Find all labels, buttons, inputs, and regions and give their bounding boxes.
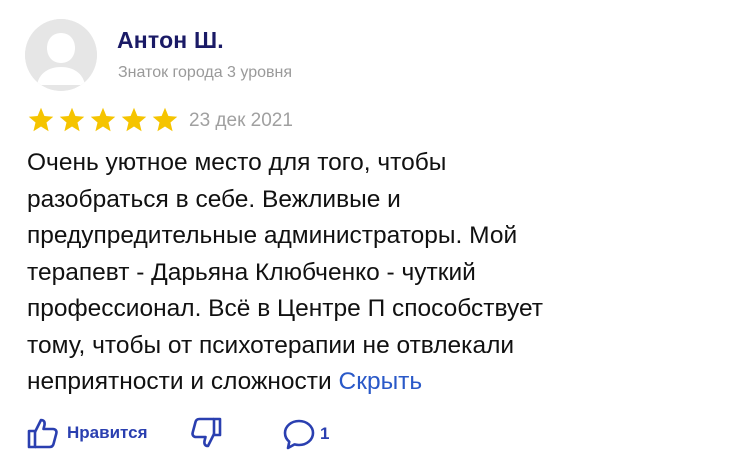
- review-text-line: предупредительные администраторы. Мой: [27, 222, 518, 249]
- review-text-last-line: неприятности и сложности Скрыть: [27, 364, 717, 401]
- author-name[interactable]: Антон Ш.: [117, 27, 224, 54]
- review-text-line: тому, чтобы от психотерапии не отвлекали: [27, 331, 515, 359]
- comment-button[interactable]: 1: [281, 416, 329, 452]
- comment-count: 1: [320, 424, 330, 443]
- hide-link[interactable]: Скрыть: [339, 368, 423, 395]
- star-icon: [121, 107, 147, 132]
- star-icon: [28, 107, 54, 132]
- user-silhouette-icon: [25, 19, 97, 91]
- like-label: Нравится: [67, 423, 148, 442]
- star-icon: [59, 107, 85, 132]
- comment-bubble-icon: [283, 419, 315, 450]
- review-text-line: профессионал. Всё в Центре П способствуе…: [27, 295, 544, 322]
- rating-stars: [27, 106, 179, 134]
- author-level: Знаток города 3 уровня: [118, 64, 293, 81]
- review-actions: Нравится 1: [25, 415, 725, 455]
- review-date: 23 дек 2021: [189, 110, 293, 131]
- star-icon: [90, 107, 116, 132]
- thumbs-up-icon: [27, 418, 58, 449]
- like-button[interactable]: Нравится: [25, 415, 148, 451]
- review-text-line: неприятности и сложности: [27, 368, 332, 395]
- review-text-line: разобраться в себе. Вежливые и: [27, 185, 401, 213]
- thumbs-down-icon: [191, 417, 222, 448]
- review-text-line: терапевт - Дарьяна Клюбченко - чуткий: [27, 258, 476, 286]
- review-text-line: Очень уютное место для того, чтобы: [27, 149, 447, 176]
- review-text: Очень уютное место для того, чтобы разоб…: [27, 145, 717, 401]
- star-icon: [152, 107, 178, 132]
- author-avatar[interactable]: [25, 19, 97, 91]
- dislike-button[interactable]: [188, 415, 224, 451]
